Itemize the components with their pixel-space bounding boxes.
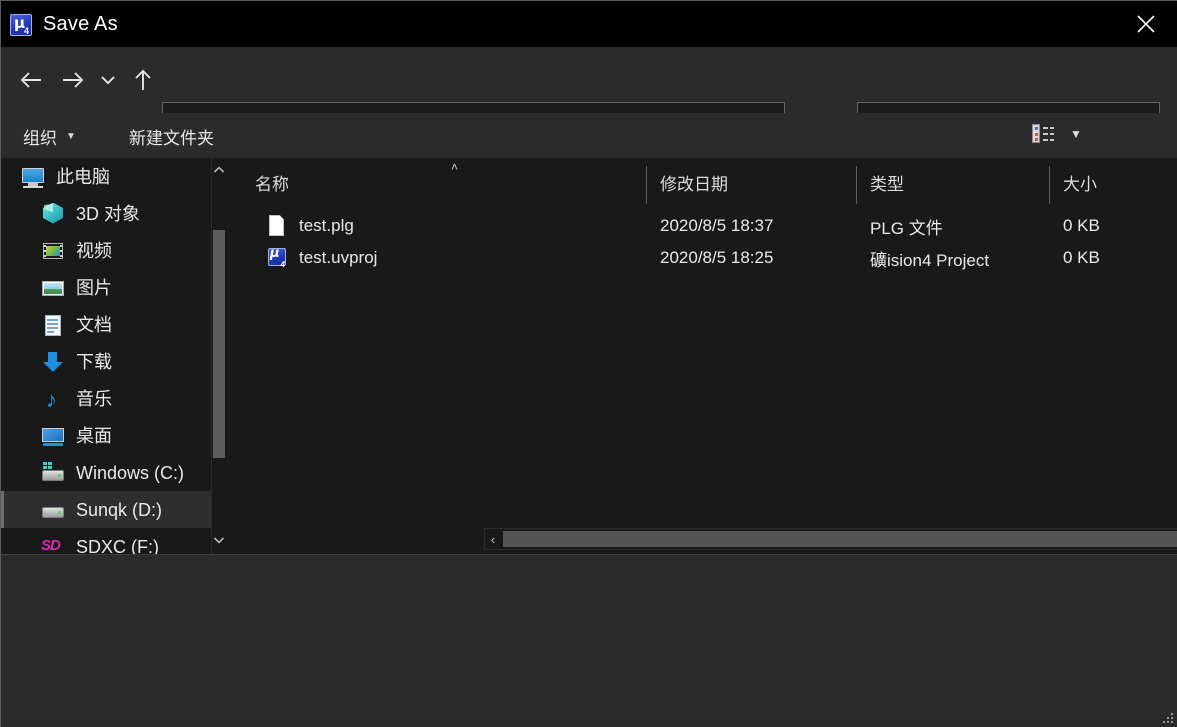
view-mode-button[interactable]: ▼ bbox=[1032, 124, 1082, 143]
file-size-cell: 0 KB bbox=[1063, 248, 1100, 267]
file-list-headers: 名称 ˄ 修改日期 类型 大小 bbox=[241, 158, 1177, 206]
column-header-type[interactable]: 类型 bbox=[856, 158, 1049, 206]
organize-button[interactable]: 组织 ▼ bbox=[23, 123, 76, 149]
save-as-dialog: µ 4 Save As › 此电脑 › S bbox=[0, 0, 1177, 727]
sidebar-item-this-pc[interactable]: 此电脑 bbox=[1, 158, 225, 195]
file-date-cell: 2020/8/5 18:37 bbox=[660, 216, 774, 235]
content-area: 此电脑 3D 对象 视频 图片 文档 下载 ♪ 音乐 桌面 Windows (C… bbox=[1, 158, 1177, 554]
sidebar-item-downloads[interactable]: 下载 bbox=[1, 343, 225, 380]
pictures-icon bbox=[41, 276, 65, 300]
address-row: › 此电脑 › Sunqk (D:) › 51Projects ↻ 搜索"51P… bbox=[1, 47, 1177, 146]
music-icon: ♪ bbox=[46, 386, 57, 412]
chevron-down-icon: ▼ bbox=[66, 130, 76, 142]
sidebar-item-label: SDXC (F:) bbox=[76, 536, 159, 555]
file-name-label: test.plg bbox=[299, 216, 354, 235]
file-size-cell: 0 KB bbox=[1063, 216, 1100, 235]
window-title: Save As bbox=[43, 12, 118, 35]
sidebar-item-videos[interactable]: 视频 bbox=[1, 232, 225, 269]
keil-uvision4-icon: µ 4 bbox=[10, 13, 32, 36]
file-name-cell[interactable]: test.plg bbox=[241, 215, 646, 237]
drive-icon bbox=[41, 498, 65, 522]
dialog-footer: 文件名(N): main.c 保存类型(T): All Files (*.*) … bbox=[1, 554, 1177, 727]
title-bar: µ 4 Save As bbox=[1, 1, 1177, 47]
keil-project-icon: µ4 bbox=[268, 247, 286, 269]
3d-objects-icon bbox=[41, 202, 65, 226]
sidebar-item-label: 桌面 bbox=[76, 425, 112, 446]
drive-windows-icon bbox=[41, 461, 65, 485]
recent-locations-chevron-down-icon[interactable] bbox=[95, 62, 121, 98]
file-date-cell: 2020/8/5 18:25 bbox=[660, 248, 774, 267]
sidebar-item-sunqk-d[interactable]: Sunqk (D:) bbox=[1, 491, 225, 528]
new-folder-label: 新建文件夹 bbox=[129, 128, 214, 148]
command-bar: 组织 ▼ 新建文件夹 ▼ ? bbox=[1, 113, 1177, 263]
column-header-label: 名称 bbox=[255, 174, 289, 194]
sidebar-item-label: 此电脑 bbox=[56, 166, 110, 187]
close-icon[interactable] bbox=[1114, 1, 1177, 47]
chevron-down-icon[interactable] bbox=[212, 532, 225, 548]
scroll-left-icon[interactable]: ‹ bbox=[485, 529, 501, 549]
sidebar-item-label: Windows (C:) bbox=[76, 462, 185, 483]
navigation-pane: 此电脑 3D 对象 视频 图片 文档 下载 ♪ 音乐 桌面 Windows (C… bbox=[1, 158, 225, 554]
generic-file-icon bbox=[267, 215, 287, 237]
scrollbar-thumb[interactable] bbox=[503, 531, 1177, 547]
forward-arrow-icon[interactable] bbox=[55, 62, 91, 98]
navigation-pane-scrollbar[interactable] bbox=[211, 158, 225, 554]
column-header-name[interactable]: 名称 ˄ bbox=[241, 158, 646, 206]
sort-ascending-icon: ˄ bbox=[451, 160, 459, 174]
sidebar-item-3d-objects[interactable]: 3D 对象 bbox=[1, 195, 225, 232]
file-list: 名称 ˄ 修改日期 类型 大小 test.plg 2020/8/5 18:37 … bbox=[241, 158, 1177, 554]
file-name-cell[interactable]: µ4 test.uvproj bbox=[241, 247, 646, 269]
new-folder-button[interactable]: 新建文件夹 bbox=[129, 123, 214, 149]
resize-grip-icon[interactable] bbox=[1162, 713, 1174, 725]
chevron-down-icon[interactable]: ▼ bbox=[1070, 127, 1082, 141]
organize-label: 组织 bbox=[23, 128, 57, 148]
sidebar-item-windows-c[interactable]: Windows (C:) bbox=[1, 454, 225, 491]
desktop-icon bbox=[41, 424, 65, 448]
sidebar-item-label: Sunqk (D:) bbox=[76, 499, 163, 520]
sidebar-item-label: 文档 bbox=[76, 314, 112, 335]
downloads-icon bbox=[41, 350, 65, 374]
table-row[interactable]: test.plg 2020/8/5 18:37 PLG 文件 0 KB bbox=[241, 210, 1177, 242]
this-pc-icon bbox=[21, 165, 45, 189]
chevron-up-icon[interactable] bbox=[212, 162, 225, 178]
app-icon-four-glyph: 4 bbox=[23, 25, 29, 36]
back-arrow-icon[interactable] bbox=[13, 62, 49, 98]
sidebar-item-label: 下载 bbox=[76, 351, 112, 372]
file-list-horizontal-scrollbar[interactable]: ‹ › bbox=[484, 528, 1177, 550]
sidebar-item-label: 3D 对象 bbox=[76, 203, 141, 224]
videos-icon bbox=[41, 239, 65, 263]
scrollbar-thumb[interactable] bbox=[213, 230, 225, 458]
documents-icon bbox=[41, 313, 65, 337]
file-type-cell: PLG 文件 bbox=[870, 218, 943, 238]
sidebar-item-music[interactable]: ♪ 音乐 bbox=[1, 380, 225, 417]
column-header-label: 类型 bbox=[870, 174, 904, 194]
sidebar-item-sdxc-f[interactable]: SD SDXC (F:) bbox=[1, 528, 225, 555]
file-name-label: test.uvproj bbox=[299, 248, 378, 267]
sidebar-item-label: 视频 bbox=[76, 240, 112, 261]
column-header-size[interactable]: 大小 bbox=[1049, 158, 1169, 206]
sidebar-item-pictures[interactable]: 图片 bbox=[1, 269, 225, 306]
sidebar-item-label: 音乐 bbox=[76, 388, 112, 409]
up-arrow-icon[interactable] bbox=[125, 62, 161, 98]
view-list-icon bbox=[1032, 124, 1054, 143]
sidebar-item-label: 图片 bbox=[76, 277, 112, 298]
file-type-cell: 礦ision4 Project bbox=[870, 250, 990, 270]
column-header-label: 修改日期 bbox=[660, 174, 728, 194]
sd-card-icon: SD bbox=[41, 536, 61, 554]
column-header-date-modified[interactable]: 修改日期 bbox=[646, 158, 856, 206]
sidebar-item-documents[interactable]: 文档 bbox=[1, 306, 225, 343]
column-header-label: 大小 bbox=[1063, 174, 1097, 194]
sidebar-item-desktop[interactable]: 桌面 bbox=[1, 417, 225, 454]
table-row[interactable]: µ4 test.uvproj 2020/8/5 18:25 礦ision4 Pr… bbox=[241, 242, 1177, 274]
